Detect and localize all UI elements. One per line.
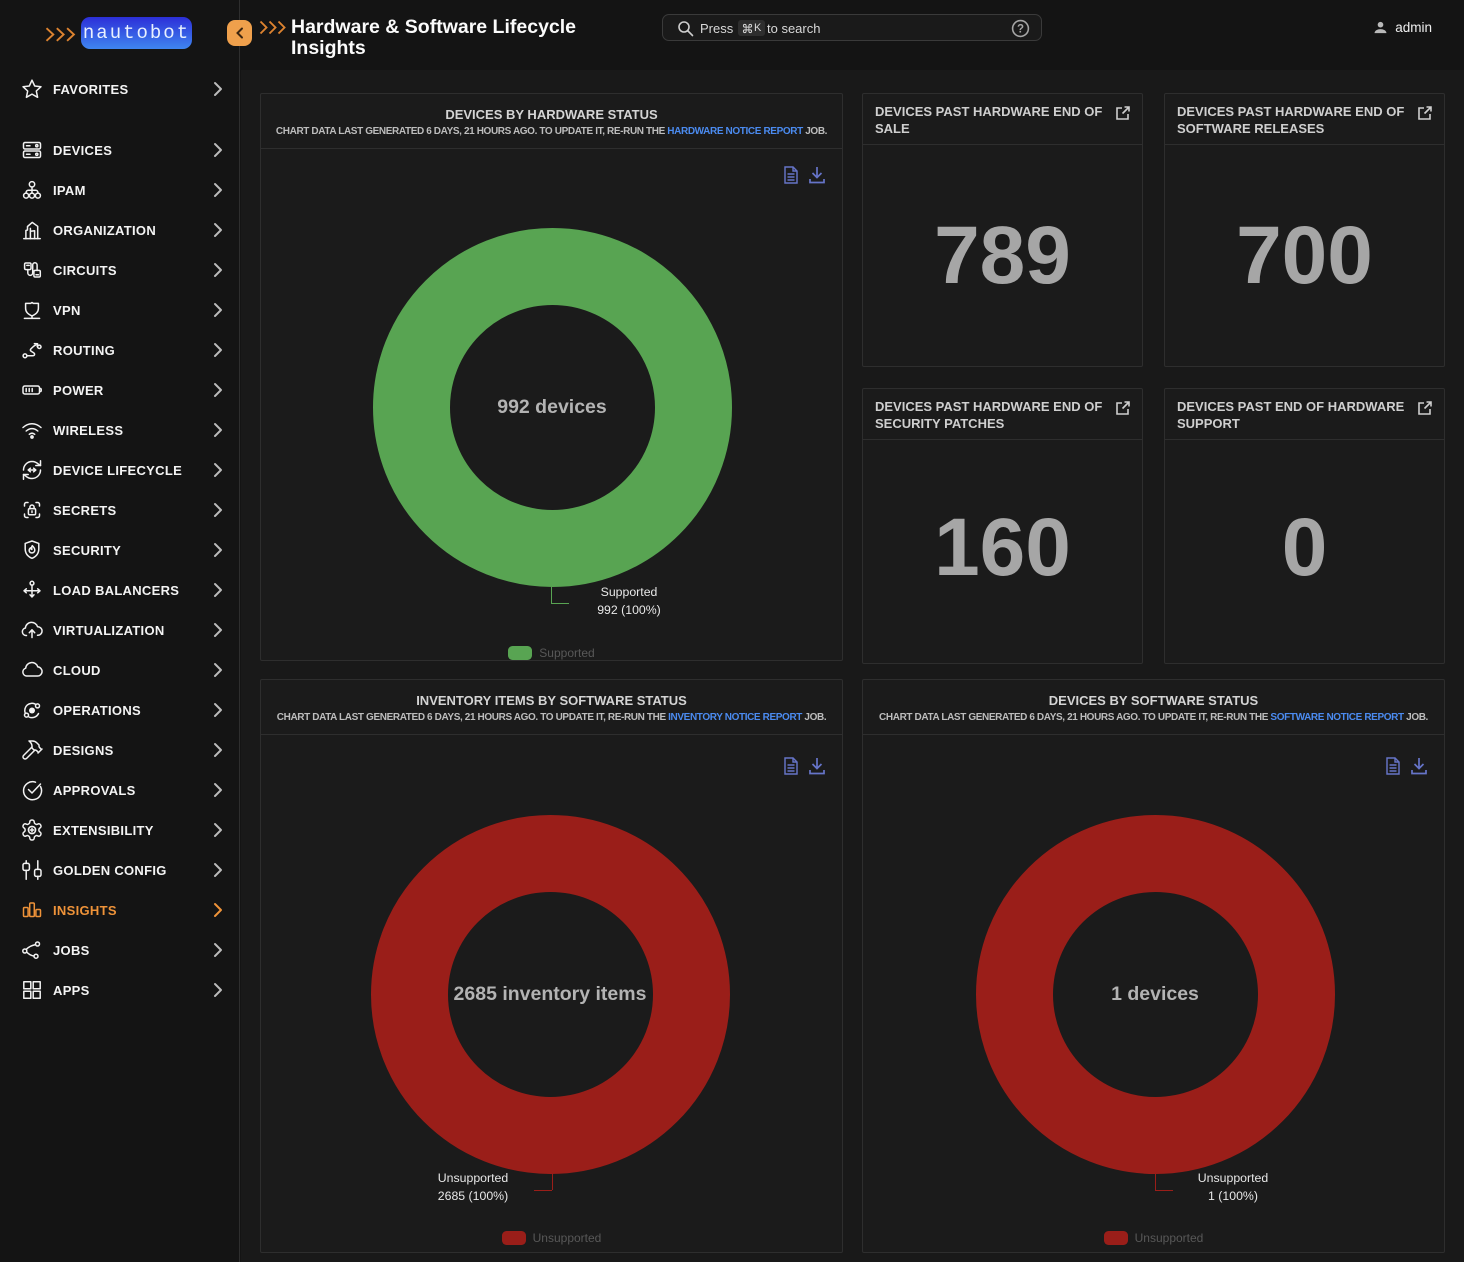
svg-text:?: ? <box>1017 24 1024 36</box>
